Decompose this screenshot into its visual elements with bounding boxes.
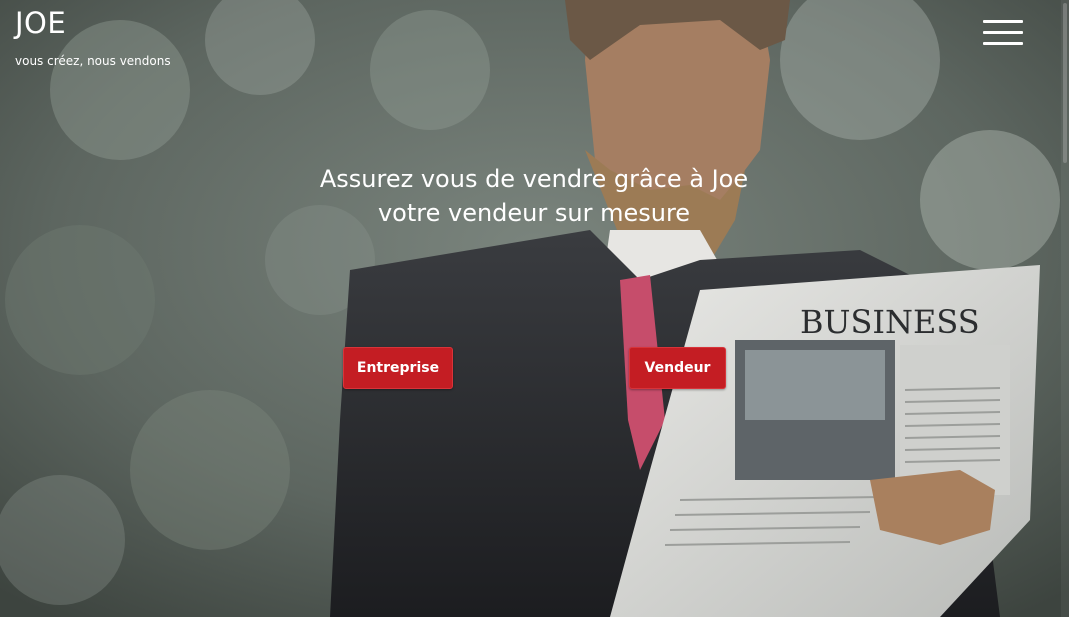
hero-headline-line1: Assurez vous de vendre grâce à Joe bbox=[319, 165, 749, 193]
entreprise-button[interactable]: Entreprise bbox=[343, 347, 453, 389]
scrollbar-thumb[interactable] bbox=[1063, 3, 1067, 163]
vendeur-button[interactable]: Vendeur bbox=[629, 347, 726, 389]
menu-bar-top bbox=[983, 20, 1023, 23]
newspaper-masthead: BUSINESS bbox=[800, 303, 980, 341]
menu-bar-bottom bbox=[983, 42, 1023, 45]
page-scrollbar[interactable] bbox=[1061, 0, 1069, 617]
site-tagline: vous créez, nous vendons bbox=[15, 54, 171, 68]
brand[interactable]: JOE vous créez, nous vendons bbox=[15, 6, 171, 69]
hero-background-photo: BUSINESS bbox=[0, 0, 1069, 617]
hero-headline-line2: votre vendeur sur mesure bbox=[377, 199, 691, 227]
site-logo-title[interactable]: JOE bbox=[15, 6, 171, 40]
hamburger-menu-icon[interactable] bbox=[983, 20, 1023, 46]
hero-section: BUSINESS JOE vous créez, nous vendons As… bbox=[0, 0, 1069, 617]
hero-headline: Assurez vous de vendre grâce à Joe votre… bbox=[234, 162, 834, 230]
menu-bar-middle bbox=[983, 31, 1023, 34]
